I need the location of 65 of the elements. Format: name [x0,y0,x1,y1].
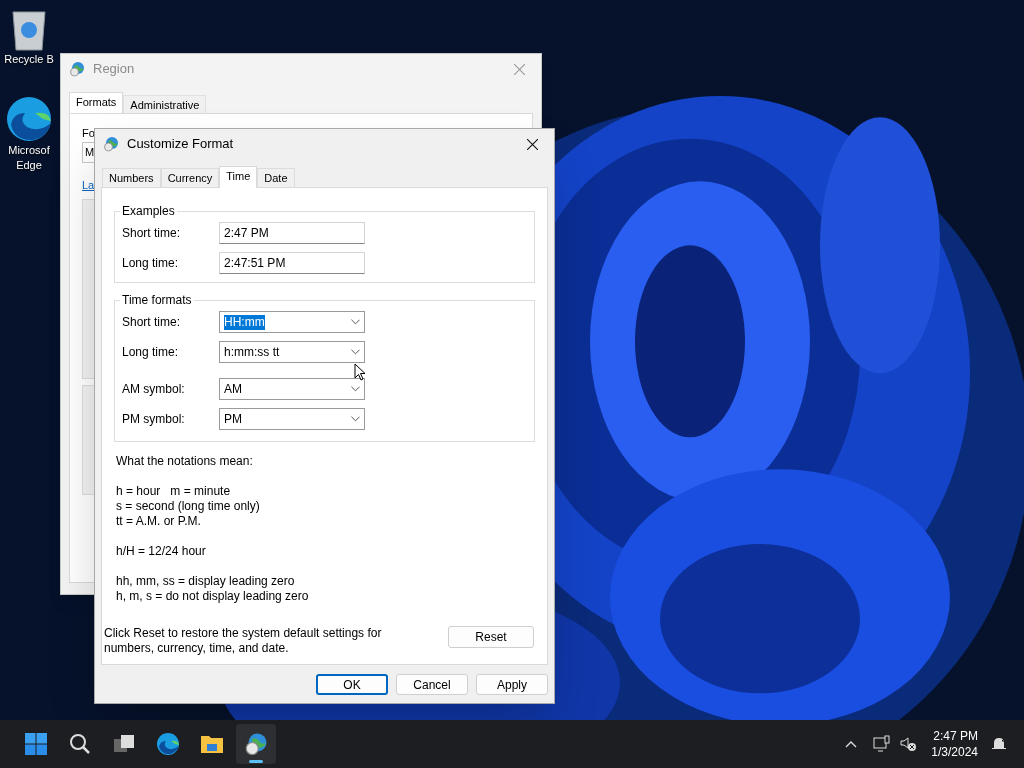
format-dropdown[interactable]: PM [219,408,365,430]
notation-text: What the notations mean: [116,454,254,469]
format-dropdown[interactable]: AM [219,378,365,400]
field-label: Short time: [122,314,182,331]
field-value: PM [224,411,242,427]
chevron-down-icon [351,349,360,355]
windows-logo-icon[interactable] [24,732,48,756]
tab[interactable]: Date [257,168,295,187]
notation-text: h/H = 12/24 hour [116,544,207,559]
window-title: Region [93,60,135,79]
field-value: 2:47:51 PM [224,255,286,271]
tab[interactable]: Numbers [102,168,161,187]
notation-text: hh, mm, ss = display leading zero [116,574,296,589]
network-icon[interactable] [873,735,892,753]
desktop-icon-label: Microsof [8,143,50,158]
search-icon[interactable] [68,732,92,756]
dialog-button[interactable]: Cancel [396,674,468,695]
chevron-up-icon[interactable] [845,740,858,748]
example-field[interactable]: 2:47:51 PM [219,252,365,274]
close-icon[interactable] [527,138,538,150]
tab[interactable]: Administrative [123,95,207,113]
taskbar-button[interactable] [236,724,276,764]
tab[interactable]: Time [219,166,258,188]
dialog-button[interactable]: OK [316,674,388,695]
example-field[interactable]: 2:47 PM [219,222,365,244]
field-label: PM symbol: [122,411,186,428]
notation-text: h = hour m = minute [116,484,232,499]
desktop-icon-label: Recycle B [4,52,54,67]
field-value: 2:47 PM [224,225,269,241]
browser-icon[interactable] [156,732,180,756]
muted-speaker-icon[interactable] [899,735,918,753]
globe-icon [69,61,85,77]
reset-button[interactable]: Reset [448,626,534,648]
desktop-icon-label: Edge [16,158,42,173]
field-label: Short time: [122,225,182,242]
tab[interactable]: Currency [160,168,220,187]
browser-icon[interactable] [5,95,53,143]
group-title: Examples [121,203,176,220]
chevron-down-icon [351,416,360,422]
field-label: AM symbol: [122,381,186,398]
reset-hint: Click Reset to restore the system default settings for numbers, currency, time, and date. [104,626,383,656]
recycle-bin-icon[interactable] [9,8,49,52]
field-value: h:mm:ss tt [224,344,280,360]
tab[interactable]: Formats [69,92,124,113]
clock-time[interactable]: 2:47 PM [933,728,978,744]
clock-date[interactable]: 1/3/2024 [931,744,978,760]
link[interactable]: La [82,177,95,194]
format-label: Fo [82,126,95,140]
dialog-button[interactable]: Apply [476,674,548,695]
window-title: Customize Format [127,135,234,154]
group-title: Time formats [121,292,193,309]
globe-clock-icon [244,732,268,756]
notation-text: tt = A.M. or P.M. [116,514,202,529]
notation-text: s = second (long time only) [116,499,261,514]
globe-icon [103,136,119,152]
field-value: AM [224,381,242,397]
chevron-down-icon [351,319,360,325]
field-label: Long time: [122,344,180,361]
field-label: Long time: [122,255,180,272]
mouse-pointer-icon [354,363,366,381]
chevron-down-icon [351,386,360,392]
field-value: HH:mm [224,314,265,330]
format-dropdown[interactable]: HH:mm [219,311,365,333]
notation-text: h, m, s = do not display leading zero [116,589,310,604]
format-dropdown[interactable]: h:mm:ss tt [219,341,365,363]
